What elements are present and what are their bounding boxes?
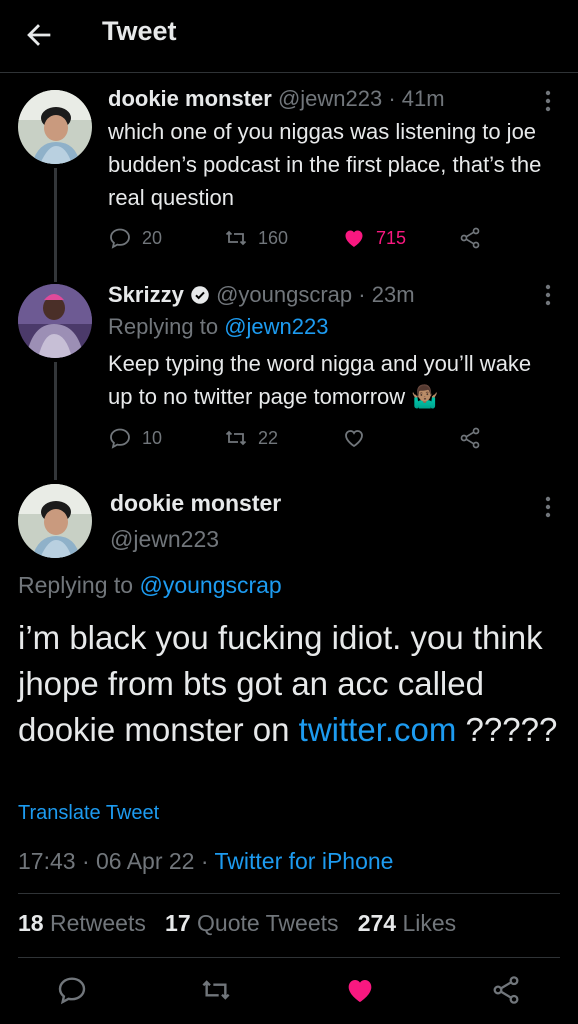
more-options-icon[interactable] [538, 88, 558, 114]
quotes-count: 17 [165, 910, 191, 936]
like-count: 715 [376, 227, 407, 248]
reply-icon [110, 228, 130, 249]
client-link[interactable]: Twitter for iPhone [215, 848, 394, 874]
replying-to-link[interactable]: @jewn223 [224, 314, 328, 339]
display-name[interactable]: dookie monster [108, 86, 272, 111]
tweet-time: · 41m [388, 86, 445, 111]
retweet-button[interactable]: 160 [224, 226, 288, 250]
retweets-label: Retweets [49, 910, 146, 936]
like-button[interactable] [342, 426, 366, 450]
reply-icon [110, 428, 130, 449]
display-name[interactable]: dookie monster [110, 490, 281, 517]
avatar[interactable] [18, 284, 92, 358]
tweet-header: Skrizzy @youngscrap · 23m [108, 282, 415, 308]
quotes-stat[interactable]: 17 Quote Tweets [165, 910, 338, 936]
timestamp: 17:43 · 06 Apr 22 · [18, 848, 209, 874]
tweet-meta: 17:43 · 06 Apr 22 · Twitter for iPhone [18, 848, 393, 875]
reply-icon[interactable] [56, 974, 88, 1006]
share-icon [460, 227, 480, 249]
top-bar: Tweet [0, 0, 578, 73]
replying-label: Replying to [18, 572, 134, 598]
retweet-count: 160 [258, 227, 289, 248]
thread-connector [54, 168, 57, 282]
share-icon[interactable] [490, 974, 522, 1006]
retweets-count: 18 [18, 910, 44, 936]
reply-count: 10 [142, 427, 163, 448]
likes-stat[interactable]: 274 Likes [358, 910, 456, 936]
replying-to: Replying to @jewn223 [108, 314, 329, 340]
heart-filled-icon[interactable] [344, 974, 376, 1006]
heart-outline-icon [345, 430, 363, 448]
likes-label: Likes [402, 910, 457, 936]
user-handle[interactable]: @jewn223 [278, 86, 382, 111]
heart-filled-icon [345, 230, 363, 247]
verified-badge-icon [191, 286, 209, 304]
like-button[interactable]: 715 [342, 226, 406, 250]
display-name[interactable]: Skrizzy [108, 282, 184, 307]
replying-label: Replying to [108, 314, 219, 339]
reply-button[interactable]: 20 [108, 226, 162, 250]
tweet-text: which one of you niggas was listening to… [108, 119, 542, 210]
tweet-text-tail: ????? [456, 711, 558, 748]
tweet-header: dookie monster @jewn223 · 41m [108, 86, 445, 112]
tweet-text: Keep typing the word nigga and you’ll wa… [108, 351, 532, 409]
retweet-count: 22 [258, 427, 279, 448]
share-button[interactable] [458, 426, 482, 450]
divider [18, 957, 560, 958]
page-title: Tweet [102, 16, 177, 46]
engagement-stats: 18 Retweets 17 Quote Tweets 274 Likes [18, 910, 456, 937]
tweet-time: · 23m [358, 282, 415, 307]
divider [18, 893, 560, 894]
retweet-icon [225, 430, 247, 446]
quotes-label: Quote Tweets [197, 910, 339, 936]
back-arrow-icon[interactable] [22, 18, 56, 52]
translate-tweet-link[interactable]: Translate Tweet [18, 802, 159, 825]
reply-button[interactable]: 10 [108, 426, 162, 450]
user-handle[interactable]: @youngscrap [216, 282, 352, 307]
likes-count: 274 [357, 910, 397, 936]
replying-to-link[interactable]: @youngscrap [139, 572, 281, 598]
tweet-text: i’m black you fucking idiot. you think j… [18, 615, 563, 753]
reply-count: 20 [142, 227, 163, 248]
share-button[interactable] [458, 226, 482, 250]
share-icon [460, 427, 480, 449]
retweet-button[interactable]: 22 [224, 426, 278, 450]
retweet-icon [225, 230, 247, 246]
more-options-icon[interactable] [538, 494, 558, 520]
retweet-icon[interactable] [200, 974, 232, 1006]
retweets-stat[interactable]: 18 Retweets [18, 910, 146, 936]
tweet-link[interactable]: twitter.com [299, 711, 457, 748]
replying-to: Replying to @youngscrap [18, 572, 282, 599]
thread-connector [54, 362, 57, 480]
more-options-icon[interactable] [538, 282, 558, 308]
avatar[interactable] [18, 90, 92, 164]
avatar[interactable] [18, 484, 92, 558]
user-handle[interactable]: @jewn223 [110, 526, 219, 553]
